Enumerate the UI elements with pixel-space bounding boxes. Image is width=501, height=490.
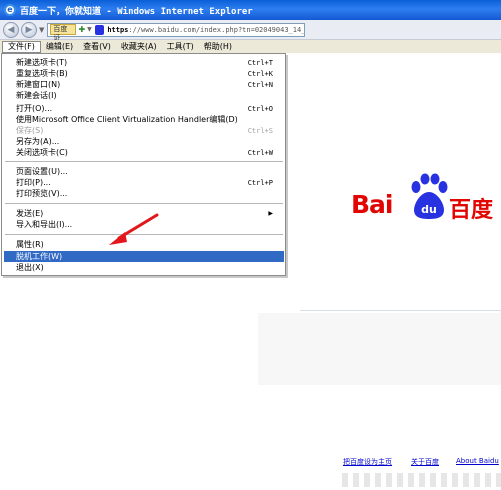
submenu-arrow-icon: ▶ [268,210,273,217]
site-favicon-icon [94,24,105,35]
history-dropdown-icon[interactable]: ▼ [39,26,44,34]
footer-text [342,473,501,487]
about-baidu-en-link[interactable]: About Baidu [456,457,499,465]
menu-item-work-offline[interactable]: 脱机工作(W) [4,251,284,262]
menu-separator [5,203,283,204]
menu-item-print[interactable]: 打印(P)... Ctrl+P [4,177,284,188]
address-field[interactable]: 百度证 ✚ ▼ https://www.baidu.com/index.php?… [47,22,306,42]
menu-help[interactable]: 帮助(H) [199,41,237,53]
baidu-logo: Bai du 百度 [351,173,496,225]
menu-item-open[interactable]: 打开(O)... Ctrl+O [4,103,284,114]
menu-item-close-tab[interactable]: 关闭选项卡(C) Ctrl+W [4,147,284,158]
logo-bai-text: Bai [351,190,393,219]
forward-button[interactable]: ▶ [21,21,37,38]
search-area[interactable] [258,313,501,385]
menu-item-edit-with-office[interactable]: 使用Microsoft Office Client Virtualization… [4,114,284,125]
paw-du-text: du [421,203,437,216]
menu-item-new-window[interactable]: 新建窗口(N) Ctrl+N [4,79,284,90]
paw-icon: du [411,173,448,219]
about-baidu-link[interactable]: 关于百度 [411,457,439,467]
annotation-arrow-icon [109,213,159,245]
cert-status-icon: ✚ [78,25,86,34]
certificate-badge[interactable]: 百度证 [50,24,77,42]
menu-tools[interactable]: 工具(T) [162,41,199,53]
logo-baidu-cn-text: 百度 [449,198,494,223]
menu-favorites[interactable]: 收藏夹(A) [116,41,162,53]
menu-file[interactable]: 文件(F) [2,40,41,53]
ie-logo-icon: e [4,4,16,16]
menu-item-save-as[interactable]: 另存为(A)... [4,136,284,147]
title-bar: e 百度一下，你就知道 - Windows Internet Explorer [0,0,501,20]
menu-item-exit[interactable]: 退出(X) [4,262,284,273]
divider [300,310,501,311]
menu-item-new-tab[interactable]: 新建选项卡(T) Ctrl+T [4,57,284,68]
menu-view[interactable]: 查看(V) [78,41,116,53]
address-toolbar: ◀ ▶ ▼ 百度证 ✚ ▼ https://www.baidu.com/inde… [0,20,501,42]
cert-chevron-icon[interactable]: ▼ [87,26,92,33]
menu-item-page-setup[interactable]: 页面设置(U)... [4,166,284,177]
set-homepage-link[interactable]: 把百度设为主页 [343,457,392,467]
back-button[interactable]: ◀ [3,21,19,38]
menu-item-print-preview[interactable]: 打印预览(V)... [4,188,284,199]
window-title: 百度一下，你就知道 - Windows Internet Explorer [20,6,253,17]
menu-item-save: 保存(S) Ctrl+S [16,126,273,135]
menu-edit[interactable]: 编辑(E) [41,41,78,53]
menu-separator [5,161,283,162]
menu-item-new-session[interactable]: 新建会话(I) [4,90,284,101]
address-url[interactable]: https://www.baidu.com/index.php?tn=02049… [107,26,304,34]
menu-bar: 文件(F) 编辑(E) 查看(V) 收藏夹(A) 工具(T) 帮助(H) [0,40,501,53]
menu-item-duplicate-tab[interactable]: 重复选项卡(B) Ctrl+K [4,68,284,79]
